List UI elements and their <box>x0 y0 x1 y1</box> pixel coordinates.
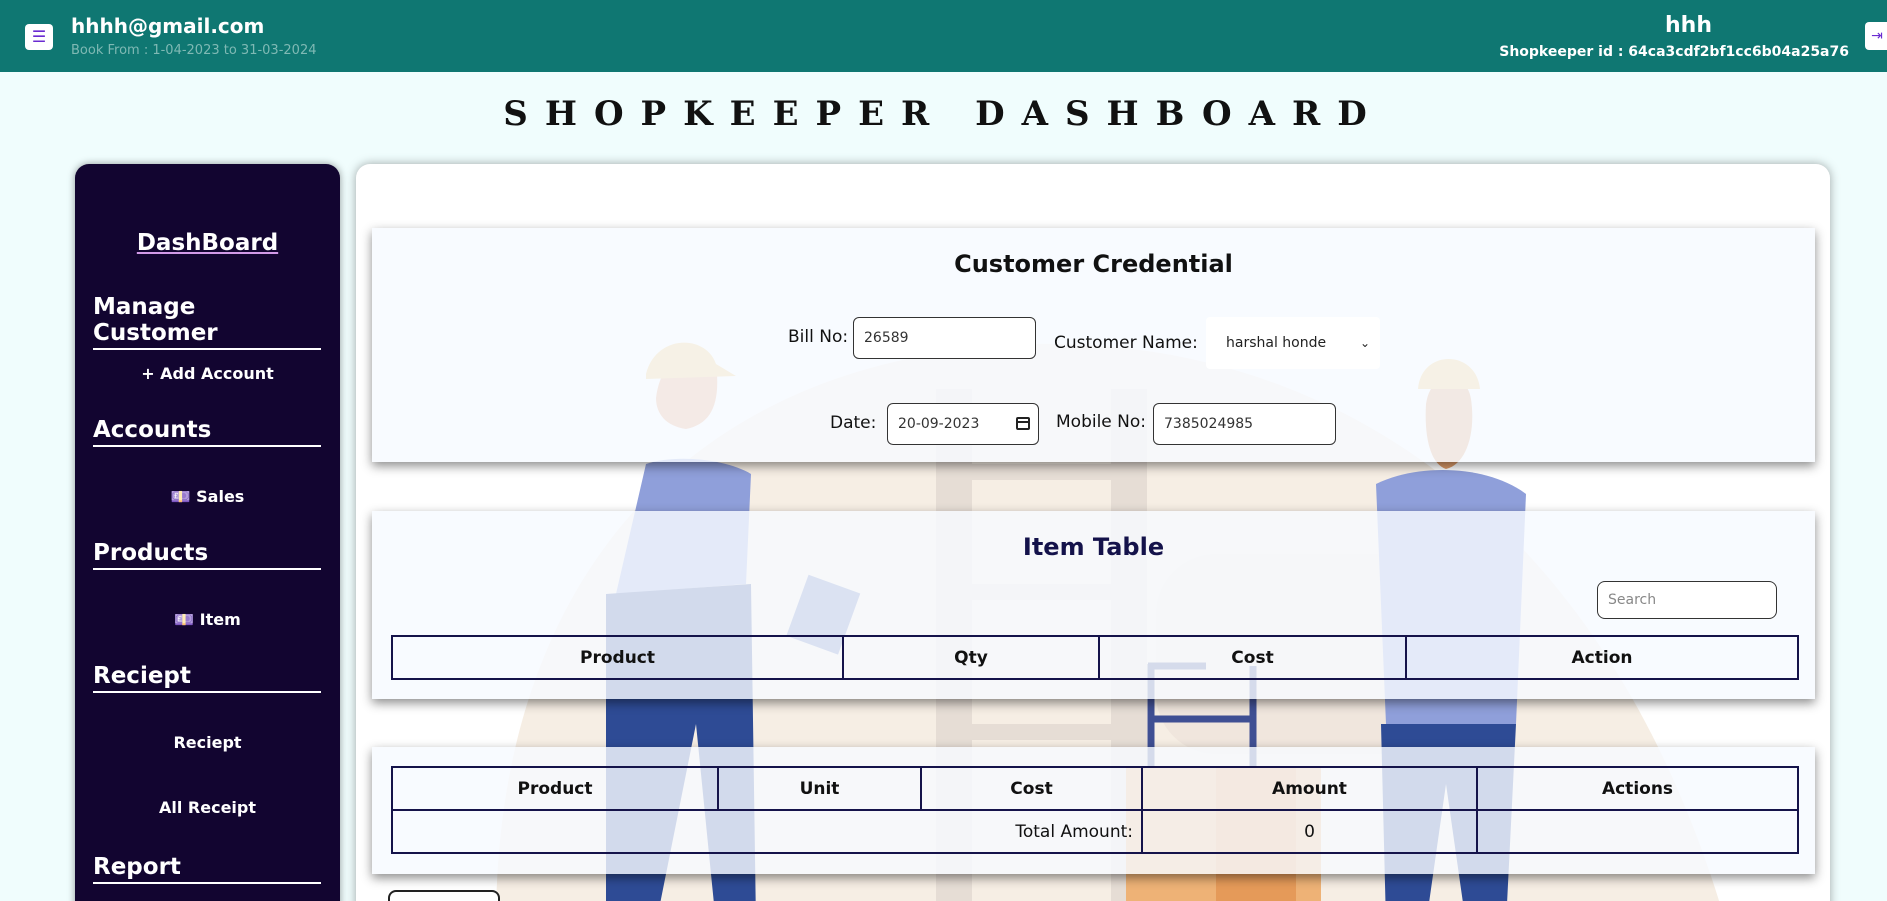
top-header: ☰ hhhh@gmail.com Book From : 1-04-2023 t… <box>0 0 1887 72</box>
sidebar-heading-products: Products <box>93 540 321 570</box>
customer-name-label: Customer Name: <box>1054 333 1198 353</box>
bill-table: Product Unit Cost Amount Actions Total A… <box>391 766 1799 854</box>
sidebar-item-all-receipt[interactable]: All Receipt <box>75 798 340 817</box>
date-field[interactable]: 20-09-2023 <box>887 403 1039 445</box>
bill-no-field[interactable]: 26589 <box>853 317 1036 359</box>
column-header-action: Action <box>1405 635 1799 680</box>
sidebar-heading-accounts: Accounts <box>93 417 321 447</box>
sidebar-item-item[interactable]: 💷 Item <box>75 610 340 629</box>
user-email: hhhh@gmail.com <box>71 14 265 38</box>
sidebar: DashBoard Manage Customer + Add Account … <box>75 164 340 901</box>
mobile-no-field[interactable]: 7385024985 <box>1153 403 1336 445</box>
customer-credential-title: Customer Credential <box>954 250 1233 278</box>
sidebar-heading-report: Report <box>93 854 321 884</box>
book-range: Book From : 1-04-2023 to 31-03-2024 <box>71 43 317 58</box>
sidebar-item-add-account[interactable]: + Add Account <box>75 364 340 383</box>
total-actions-cell <box>1476 809 1799 854</box>
column-header-cost: Cost <box>1098 635 1407 680</box>
bill-table-card: Product Unit Cost Amount Actions Total A… <box>372 747 1815 874</box>
item-table: Product Qty Cost Action <box>391 635 1799 680</box>
search-input[interactable]: Search <box>1597 581 1777 619</box>
item-table-card: Item Table Search Product Qty Cost Actio… <box>372 511 1815 699</box>
bill-no-label: Bill No: <box>788 327 849 347</box>
shopkeeper-id: Shopkeeper id : 64ca3cdf2bf1cc6b04a25a76 <box>1499 44 1849 60</box>
column-header-amount: Amount <box>1141 766 1478 811</box>
logout-icon[interactable]: ⇥ <box>1865 22 1887 50</box>
column-header-unit: Unit <box>717 766 922 811</box>
mobile-no-label: Mobile No: <box>1056 412 1147 432</box>
total-amount-value: 0 <box>1141 809 1478 854</box>
total-amount-label: Total Amount: <box>391 809 1143 854</box>
calendar-icon[interactable] <box>1016 417 1030 430</box>
shop-name: hhh <box>1665 13 1712 38</box>
column-header-qty: Qty <box>842 635 1100 680</box>
sidebar-heading-manage-customer: Manage Customer <box>93 294 321 350</box>
sidebar-item-reciept[interactable]: Reciept <box>75 733 340 752</box>
date-label: Date: <box>830 413 877 433</box>
sidebar-heading-reciept: Reciept <box>93 663 321 693</box>
page-title: SHOPKEEPER DASHBOARD <box>503 94 1384 134</box>
column-header-actions: Actions <box>1476 766 1799 811</box>
item-table-title: Item Table <box>1022 533 1165 561</box>
date-value: 20-09-2023 <box>898 416 980 432</box>
customer-name-select[interactable]: harshal honde ⌄ <box>1206 317 1380 369</box>
submit-button[interactable] <box>388 890 500 901</box>
sidebar-item-dashboard[interactable]: DashBoard <box>75 230 340 256</box>
customer-name-value: harshal honde <box>1226 335 1327 351</box>
column-header-product: Product <box>391 766 719 811</box>
column-header-product: Product <box>391 635 844 680</box>
column-header-cost: Cost <box>920 766 1143 811</box>
menu-icon[interactable]: ☰ <box>25 24 53 50</box>
sidebar-item-sales[interactable]: 💷 Sales <box>75 487 340 506</box>
customer-credential-card: Customer Credential Bill No: 26589 Custo… <box>372 228 1815 462</box>
main-panel: Customer Credential Bill No: 26589 Custo… <box>356 164 1830 901</box>
chevron-down-icon: ⌄ <box>1359 336 1370 350</box>
